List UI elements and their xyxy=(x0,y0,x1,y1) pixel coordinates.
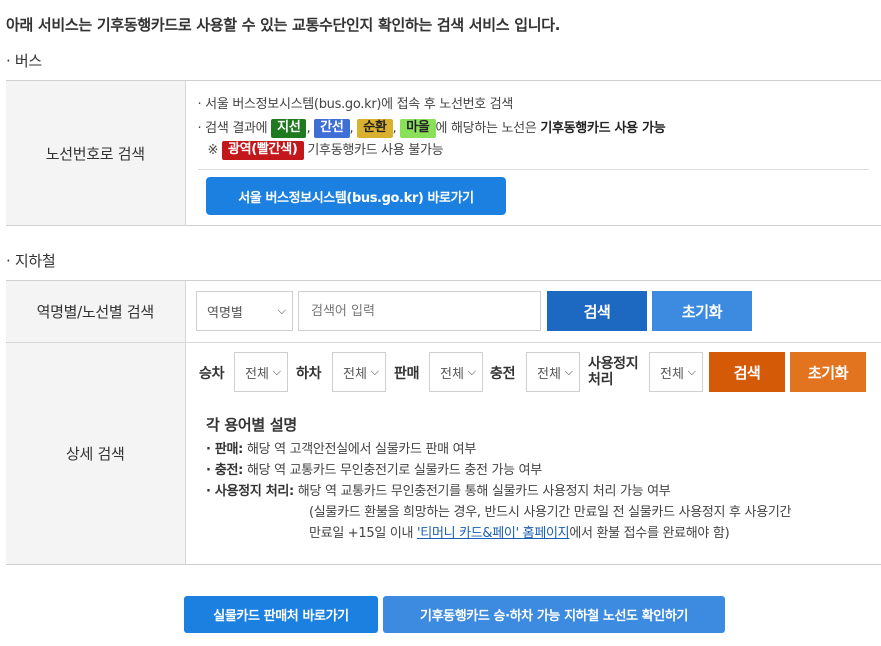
glossary-item-sale: · 판매: 해당 역 고객안전실에서 실물카드 판매 여부 xyxy=(206,442,476,457)
chevron-down-icon: ⌵ xyxy=(467,365,476,378)
tmoney-homepage-link[interactable]: '티머니 카드&페이' 홈페이지 xyxy=(417,526,570,541)
intro-text: 아래 서비스는 기후동행카드로 사용할 수 있는 교통수단인지 확인하는 검색 … xyxy=(6,16,561,34)
tag-gwangyeok: 광역(빨간색) xyxy=(221,141,304,160)
chevron-down-icon: ⌵ xyxy=(272,365,281,378)
glossary-note-line1: (실물카드 환불을 희망하는 경우, 반드시 사용기간 만료일 전 실물카드 사… xyxy=(309,505,792,520)
bus-system-link-button[interactable]: 서울 버스정보시스템(bus.go.kr) 바로가기 xyxy=(206,177,506,215)
glossary-note-line2: 만료일 +15일 이내 '티머니 카드&페이' 홈페이지에서 환불 접수를 완료… xyxy=(309,526,730,541)
card-store-button[interactable]: 실물카드 판매처 바로가기 xyxy=(184,596,378,633)
bus-info-line2: · 검색 결과에 지선, 간선, 순환, 마을 에 해당하는 노선은 기후동행카드… xyxy=(197,119,666,138)
boarding-select[interactable]: 전체 ⌵ xyxy=(234,352,288,392)
subway-row1-label: 역명별/노선별 검색 xyxy=(6,280,186,343)
filter-label-sale: 판매 xyxy=(394,366,420,382)
chevron-down-icon: ⌵ xyxy=(370,365,379,378)
bus-info-line3: ※ 광역(빨간색) 기후동행카드 사용 불가능 xyxy=(207,141,444,160)
tag-ganseon: 간선 xyxy=(314,119,350,138)
filter-label-suspend: 사용정지 처리 xyxy=(588,356,639,388)
filter-label-charge: 충전 xyxy=(490,366,516,382)
subway-section-title: · 지하철 xyxy=(6,252,56,270)
glossary-item-suspend: · 사용정지 처리: 해당 역 교통카드 무인충전기를 통해 실물카드 사용정지… xyxy=(206,484,671,499)
bus-info-line1: · 서울 버스정보시스템(bus.go.kr)에 접속 후 노선번호 검색 xyxy=(197,97,514,112)
filter-label-boarding: 승차 xyxy=(199,366,225,382)
search-input[interactable] xyxy=(298,291,541,331)
detail-search-button[interactable]: 검색 xyxy=(709,352,785,392)
tag-maeul: 마을 xyxy=(400,119,436,138)
tag-jiseon: 지선 xyxy=(271,119,307,138)
tag-sunhwan: 순환 xyxy=(357,119,393,138)
subway-map-button[interactable]: 기후동행카드 승·하차 가능 지하철 노선도 확인하기 xyxy=(383,596,725,633)
usable-text: 기후동행카드 사용 가능 xyxy=(540,121,666,136)
chevron-down-icon: ⌵ xyxy=(277,304,286,317)
chevron-down-icon: ⌵ xyxy=(687,365,696,378)
alighting-select[interactable]: 전체 ⌵ xyxy=(332,352,386,392)
bus-section-title: · 버스 xyxy=(6,52,42,70)
detail-reset-button[interactable]: 초기화 xyxy=(790,352,866,392)
sale-select[interactable]: 전체 ⌵ xyxy=(429,352,483,392)
glossary-item-charge: · 충전: 해당 역 교통카드 무인충전기로 실물카드 충전 가능 여부 xyxy=(206,463,542,478)
reset-button[interactable]: 초기화 xyxy=(652,291,752,331)
filter-label-alighting: 하차 xyxy=(296,366,322,382)
search-button[interactable]: 검색 xyxy=(547,291,647,331)
glossary-title: 각 용어별 설명 xyxy=(206,416,297,434)
search-type-select[interactable]: 역명별 ⌵ xyxy=(196,291,293,331)
subway-row2-label: 상세 검색 xyxy=(6,342,186,565)
glossary: 각 용어별 설명 · 판매: 해당 역 고객안전실에서 실물카드 판매 여부 ·… xyxy=(206,414,791,544)
chevron-down-icon: ⌵ xyxy=(564,365,573,378)
suspend-select[interactable]: 전체 ⌵ xyxy=(649,352,703,392)
bus-row-label: 노선번호로 검색 xyxy=(6,80,186,226)
charge-select[interactable]: 전체 ⌵ xyxy=(526,352,580,392)
bus-divider xyxy=(197,169,869,170)
